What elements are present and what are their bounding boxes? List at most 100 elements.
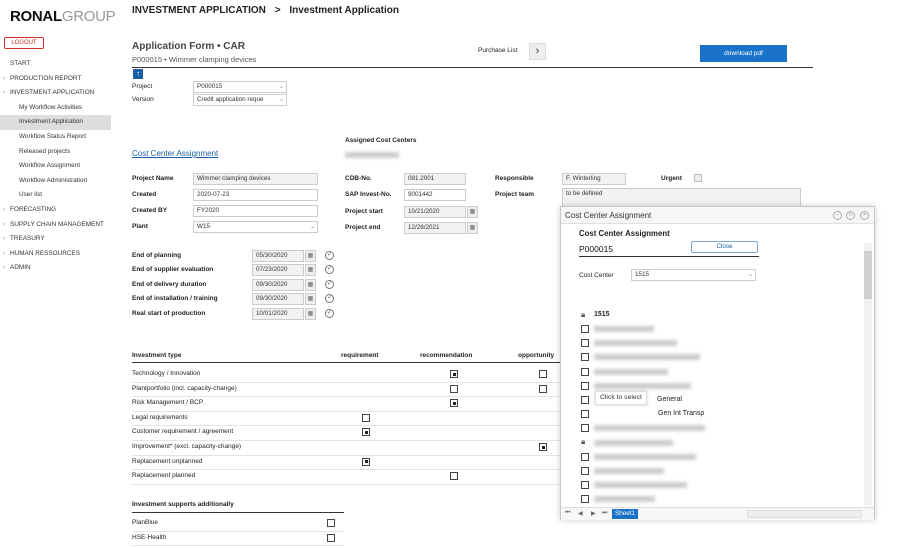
project-name-field[interactable]: Wimmer clamping devices [193, 173, 318, 185]
cost-center-checkbox[interactable] [581, 452, 589, 461]
chevron-right-icon: › [3, 206, 5, 213]
sidebar-item[interactable]: My Workflow Activities [0, 101, 111, 116]
sidebar-item[interactable]: › TREASURY [0, 232, 111, 247]
maximize-icon[interactable]: □ [846, 211, 855, 220]
sheet-tab[interactable]: Sheet1 [612, 509, 638, 519]
version-select[interactable]: Credit application reque ⌄ [193, 94, 287, 106]
next-sheet-icon[interactable]: ▶ [591, 510, 596, 517]
responsible-field[interactable]: F. Winterling [562, 173, 626, 185]
cdb-field[interactable]: 081.2001 [404, 173, 466, 185]
row-divider [132, 454, 562, 456]
sidebar-item-label: PRODUCTION REPORT [10, 74, 82, 82]
cost-center-checkbox[interactable] [581, 325, 589, 333]
redacted-cost-center [594, 368, 668, 375]
project-team-field[interactable]: to be defined [562, 188, 801, 208]
milestone-date-field[interactable]: 09/30/2020 [252, 278, 304, 291]
support-checkbox[interactable] [327, 519, 335, 527]
sidebar-item[interactable]: Workflow Administration [0, 174, 111, 189]
milestone-date-field[interactable]: 09/30/2020 [252, 293, 304, 306]
minimize-icon[interactable]: – [833, 211, 842, 220]
sidebar-item[interactable]: Investment Application [0, 115, 111, 130]
cost-center-item-label[interactable]: Gen Int Transp [658, 410, 704, 417]
investment-req-checkbox[interactable] [362, 428, 370, 437]
sidebar-item[interactable]: START [0, 57, 111, 72]
arrow-up-icon[interactable]: ↑ [133, 69, 143, 79]
horizontal-scrollbar[interactable] [747, 510, 862, 518]
created-by-field[interactable]: FY2020 [193, 205, 318, 217]
plant-select[interactable]: W15 ⌄ [193, 221, 318, 233]
investment-rec-checkbox[interactable] [450, 399, 458, 408]
calendar-icon[interactable]: ▦ [305, 264, 316, 277]
investment-opp-checkbox[interactable] [539, 384, 547, 393]
cost-center-checkbox[interactable] [581, 481, 589, 490]
cost-center-checkbox[interactable] [581, 381, 589, 390]
investment-rec-checkbox[interactable] [450, 472, 458, 481]
investment-type-label: Replacement planned [132, 472, 196, 480]
cost-center-select[interactable]: 1515 ⌄ [631, 269, 756, 281]
investment-rec-checkbox[interactable] [450, 384, 458, 393]
calendar-icon[interactable]: ▦ [467, 222, 478, 234]
redacted-cost-center [594, 326, 654, 332]
breadcrumb-section[interactable]: INVESTMENT APPLICATION [132, 5, 266, 16]
cost-center-checkbox[interactable] [581, 339, 589, 348]
scrollbar-thumb[interactable] [864, 251, 872, 299]
cost-center-item-label[interactable]: General [657, 396, 682, 403]
calendar-icon[interactable]: ▦ [467, 206, 478, 218]
close-icon[interactable]: × [860, 211, 869, 220]
cost-center-checkbox[interactable] [581, 495, 589, 504]
redacted-cost-center [594, 496, 655, 503]
milestone-label: Real start of production [132, 309, 206, 317]
milestone-label: End of supplier evaluation [132, 266, 214, 274]
row-divider [132, 530, 344, 532]
investment-req-checkbox[interactable] [362, 413, 370, 422]
sidebar-item[interactable]: Workflow Assignment [0, 159, 111, 174]
sidebar-item[interactable]: › ADMIN [0, 261, 111, 276]
cost-center-checkbox[interactable] [581, 367, 589, 376]
row-divider [132, 396, 562, 398]
milestone-date-field[interactable]: 05/30/2020 [252, 250, 304, 262]
sidebar-item[interactable]: › HUMAN RESSOURCES [0, 247, 111, 262]
first-sheet-icon[interactable]: ⏮ [565, 510, 570, 517]
purchase-list-arrow-button[interactable]: › [529, 43, 546, 60]
row-divider [132, 440, 562, 441]
cost-center-assignment-link[interactable]: Cost Center Assignment [132, 149, 218, 158]
sidebar-item[interactable]: › INVESTMENT APPLICATION [0, 86, 111, 101]
calendar-icon[interactable]: ▦ [305, 278, 316, 291]
calendar-icon[interactable]: ▦ [305, 293, 316, 306]
investment-opp-checkbox[interactable] [539, 443, 547, 451]
calendar-icon[interactable]: ▦ [305, 307, 316, 320]
milestone-date-field[interactable]: 07/23/2020 [252, 264, 304, 277]
cost-center-checkbox[interactable] [581, 424, 589, 433]
prev-sheet-icon[interactable]: ◀ [578, 510, 583, 517]
project-select[interactable]: P000015 ⌄ [193, 81, 287, 93]
sidebar-item[interactable]: › SUPPLY CHAIN MANAGEMENT [0, 218, 111, 233]
cost-center-checkbox[interactable] [581, 396, 589, 404]
last-sheet-icon[interactable]: ⏭ [602, 510, 607, 517]
sidebar-item[interactable]: User list [0, 188, 111, 203]
sidebar-item[interactable]: Released projects [0, 145, 111, 160]
sidebar-item[interactable]: › FORECASTING [0, 203, 111, 218]
project-end-field[interactable]: 12/28/2021 [404, 222, 466, 234]
project-start-field[interactable]: 10/21/2020 [404, 206, 466, 218]
project-label: Project [132, 83, 153, 90]
redacted-cost-center [594, 439, 673, 446]
created-field[interactable]: 2020-07-23 [193, 189, 318, 201]
sap-invest-field[interactable]: 9001442 [404, 189, 466, 201]
investment-req-checkbox[interactable] [362, 457, 370, 466]
dialog-title: Cost Center Assignment [565, 211, 652, 220]
cost-center-checkbox[interactable] [581, 353, 589, 362]
chevron-right-icon: › [3, 265, 5, 272]
investment-opp-checkbox[interactable] [539, 370, 547, 378]
milestone-date-field[interactable]: 10/01/2020 [252, 307, 304, 320]
support-checkbox[interactable] [327, 533, 335, 542]
cost-center-checkbox[interactable] [581, 410, 589, 419]
calendar-icon[interactable]: ▦ [305, 250, 316, 262]
cost-center-checkbox[interactable] [581, 467, 589, 475]
sidebar-item[interactable]: › PRODUCTION REPORT [0, 72, 111, 87]
urgent-checkbox[interactable] [694, 174, 702, 182]
sidebar-item[interactable]: Workflow Status Report [0, 130, 111, 145]
investment-rec-checkbox[interactable] [450, 370, 458, 378]
close-button[interactable]: Close [691, 241, 758, 253]
logout-button[interactable]: LOGOUT [4, 37, 44, 49]
download-pdf-button[interactable]: download pdf [700, 45, 787, 62]
